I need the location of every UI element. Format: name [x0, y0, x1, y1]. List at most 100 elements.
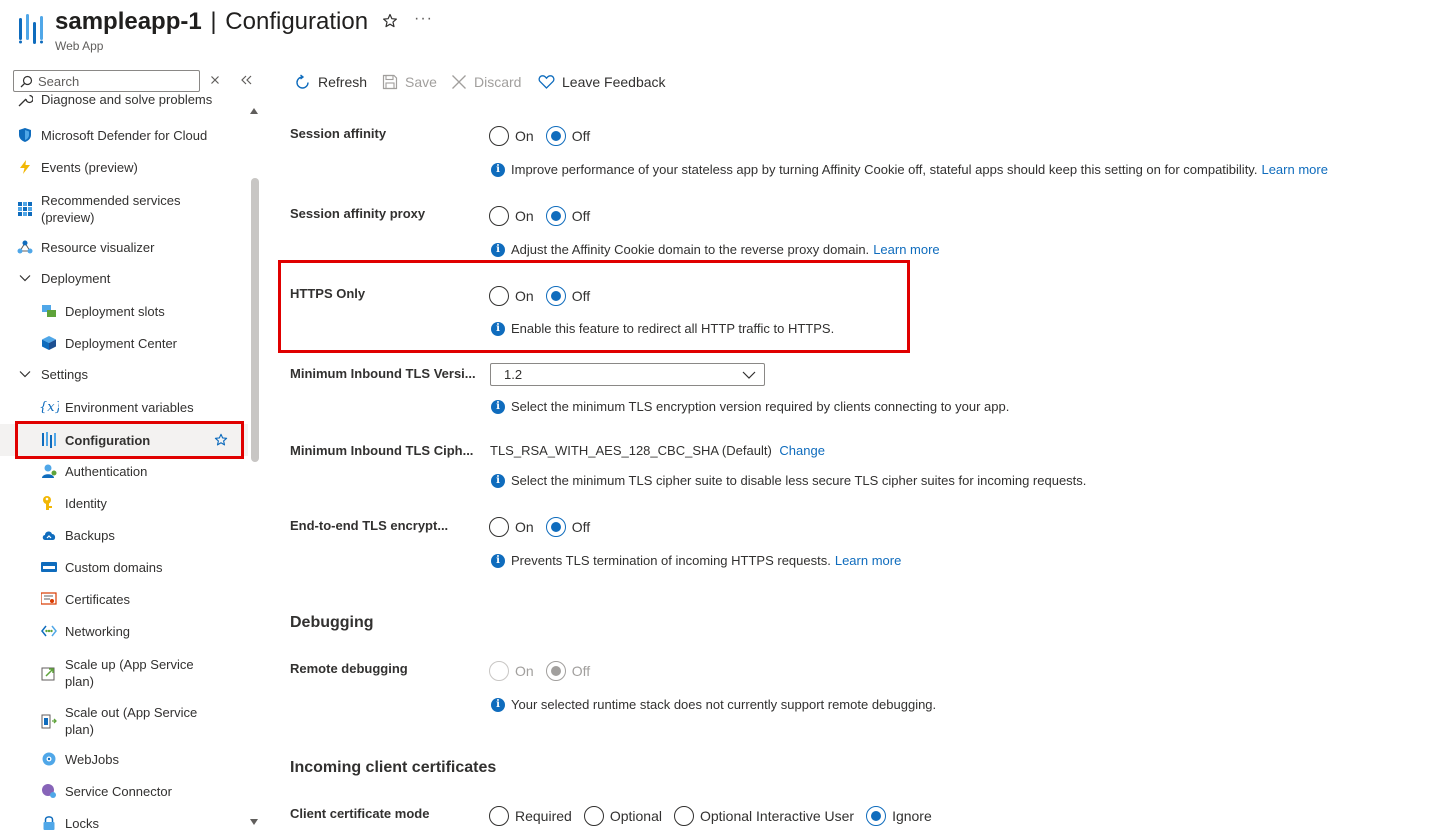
session-affinity-off-radio[interactable]: Off [545, 126, 590, 146]
sidebar-item-label: Deployment slots [65, 304, 165, 319]
learn-more-link[interactable]: Learn more [873, 242, 939, 257]
client-cert-required-radio[interactable]: Required [489, 806, 572, 826]
sidebar-group-deployment[interactable]: Deployment [0, 265, 248, 291]
sidebar-item-service-connector[interactable]: Service Connector [0, 778, 248, 804]
radio-label: Off [571, 288, 591, 304]
more-options-button[interactable]: ··· [414, 10, 433, 28]
scale-up-icon [41, 665, 57, 681]
learn-more-link[interactable]: Learn more [1261, 162, 1327, 177]
sidebar-item-certificates[interactable]: Certificates [0, 586, 248, 612]
sidebar-item-custom-domains[interactable]: Custom domains [0, 554, 248, 580]
chevron-down-icon [17, 270, 33, 286]
user-icon [41, 463, 57, 479]
collapse-sidebar-icon[interactable] [238, 73, 254, 87]
radio-label: Optional [609, 808, 662, 824]
scroll-up-icon[interactable] [249, 106, 259, 116]
learn-more-link[interactable]: Learn more [835, 553, 901, 568]
https-only-off-radio[interactable]: Off [545, 286, 591, 306]
session-affinity-info: i Improve performance of your stateless … [491, 162, 1328, 177]
sidebar-item-scale-up[interactable]: Scale up (App Service plan) [0, 654, 248, 692]
remote-debugging-on-radio[interactable]: On [489, 661, 534, 681]
radio-label: On [515, 208, 534, 224]
radio-circle [673, 806, 694, 826]
e2e-tls-off-radio[interactable]: Off [545, 517, 590, 537]
e2e-tls-label: End-to-end TLS encrypt... [290, 518, 449, 533]
radio-label: Off [571, 663, 591, 679]
sidebar-item-label: Environment variables [65, 400, 194, 415]
client-cert-optional-interactive-radio[interactable]: Optional Interactive User [673, 806, 855, 826]
sidebar-item-defender[interactable]: Microsoft Defender for Cloud [0, 122, 248, 148]
lock-icon [41, 815, 57, 831]
remote-debugging-label: Remote debugging [290, 661, 408, 676]
e2e-tls-on-radio[interactable]: On [489, 517, 534, 537]
client-cert-mode-radio-group: Required Optional Optional Interactive U… [489, 806, 944, 826]
sidebar-item-authentication[interactable]: Authentication [0, 458, 248, 484]
refresh-button[interactable]: Refresh [294, 72, 367, 92]
radio-label: Optional Interactive User [699, 808, 855, 824]
search-input[interactable] [38, 73, 188, 89]
app-service-logo-icon [19, 14, 43, 44]
radio-circle [583, 806, 604, 826]
sidebar-item-label: Deployment [41, 271, 111, 286]
sidebar-item-configuration[interactable]: Configuration [0, 424, 248, 456]
min-tls-cipher-info: i Select the minimum TLS cipher suite to… [491, 473, 1086, 488]
radio-circle [489, 286, 509, 306]
svg-text:{x}: {x} [39, 400, 59, 414]
min-tls-version-info: i Select the minimum TLS encryption vers… [491, 399, 1009, 414]
sidebar-item-backups[interactable]: Backups [0, 522, 248, 548]
sidebar-item-recommended-services[interactable]: Recommended services (preview) [0, 190, 248, 228]
sidebar-item-events[interactable]: Events (preview) [0, 154, 248, 180]
discard-icon [452, 75, 466, 89]
sidebar-item-environment-variables[interactable]: {x} Environment variables [0, 394, 248, 420]
lightning-icon [17, 159, 33, 175]
sidebar-item-label: Certificates [65, 592, 131, 607]
sidebar-item-identity[interactable]: Identity [0, 490, 248, 516]
https-only-on-radio[interactable]: On [489, 286, 534, 306]
min-tls-cipher-value: TLS_RSA_WITH_AES_128_CBC_SHA (Default) C… [490, 443, 825, 458]
sidebar-item-networking[interactable]: Networking [0, 618, 248, 644]
cube-icon [41, 335, 57, 351]
min-tls-version-dropdown[interactable]: 1.2 [490, 363, 765, 386]
radio-circle [545, 517, 566, 537]
sidebar-item-diagnose[interactable]: Diagnose and solve problems [0, 94, 248, 110]
sidebar-scrollbar-thumb[interactable] [251, 178, 259, 462]
sidebar-item-resource-visualizer[interactable]: Resource visualizer [0, 234, 248, 260]
client-cert-optional-radio[interactable]: Optional [583, 806, 662, 826]
session-affinity-proxy-on-radio[interactable]: On [489, 206, 534, 226]
sidebar-item-scale-out[interactable]: Scale out (App Service plan) [0, 702, 248, 740]
cloud-icon [41, 527, 57, 543]
sidebar-item-webjobs[interactable]: WebJobs [0, 746, 248, 772]
radio-label: On [515, 128, 534, 144]
remote-debugging-radio-group: On Off [489, 661, 602, 681]
chevron-down-icon [17, 366, 33, 382]
save-button[interactable]: Save [382, 72, 437, 92]
client-cert-ignore-radio[interactable]: Ignore [866, 806, 932, 826]
connector-icon [41, 783, 57, 799]
scroll-down-icon[interactable] [249, 817, 259, 827]
session-affinity-label: Session affinity [290, 126, 387, 141]
remote-debugging-off-radio[interactable]: Off [545, 661, 591, 681]
remote-debugging-info: i Your selected runtime stack does not c… [491, 697, 936, 712]
leave-feedback-button[interactable]: Leave Feedback [538, 72, 666, 92]
leave-feedback-label: Leave Feedback [562, 74, 666, 90]
clear-search-icon[interactable] [208, 73, 222, 87]
sidebar-item-label: Identity [65, 496, 107, 511]
session-affinity-proxy-off-radio[interactable]: Off [545, 206, 590, 226]
refresh-label: Refresh [318, 74, 368, 90]
discard-button[interactable]: Discard [451, 72, 521, 92]
session-affinity-on-radio[interactable]: On [489, 126, 534, 146]
info-text: Improve performance of your stateless ap… [511, 162, 1258, 177]
change-link[interactable]: Change [779, 443, 825, 458]
https-only-radio-group: On Off [489, 286, 602, 306]
sidebar-item-label: Configuration [65, 433, 151, 448]
sidebar-item-label: Custom domains [65, 560, 163, 575]
chevron-down-icon [742, 371, 756, 379]
sidebar-item-deployment-center[interactable]: Deployment Center [0, 330, 248, 356]
sidebar-item-locks[interactable]: Locks [0, 810, 248, 831]
search-field[interactable] [13, 70, 200, 92]
info-text: Select the minimum TLS encryption versio… [511, 399, 1010, 414]
sidebar-group-settings[interactable]: Settings [0, 361, 248, 387]
favorite-star-icon[interactable] [382, 13, 398, 29]
star-icon[interactable] [214, 433, 228, 447]
sidebar-item-deployment-slots[interactable]: Deployment slots [0, 298, 248, 324]
